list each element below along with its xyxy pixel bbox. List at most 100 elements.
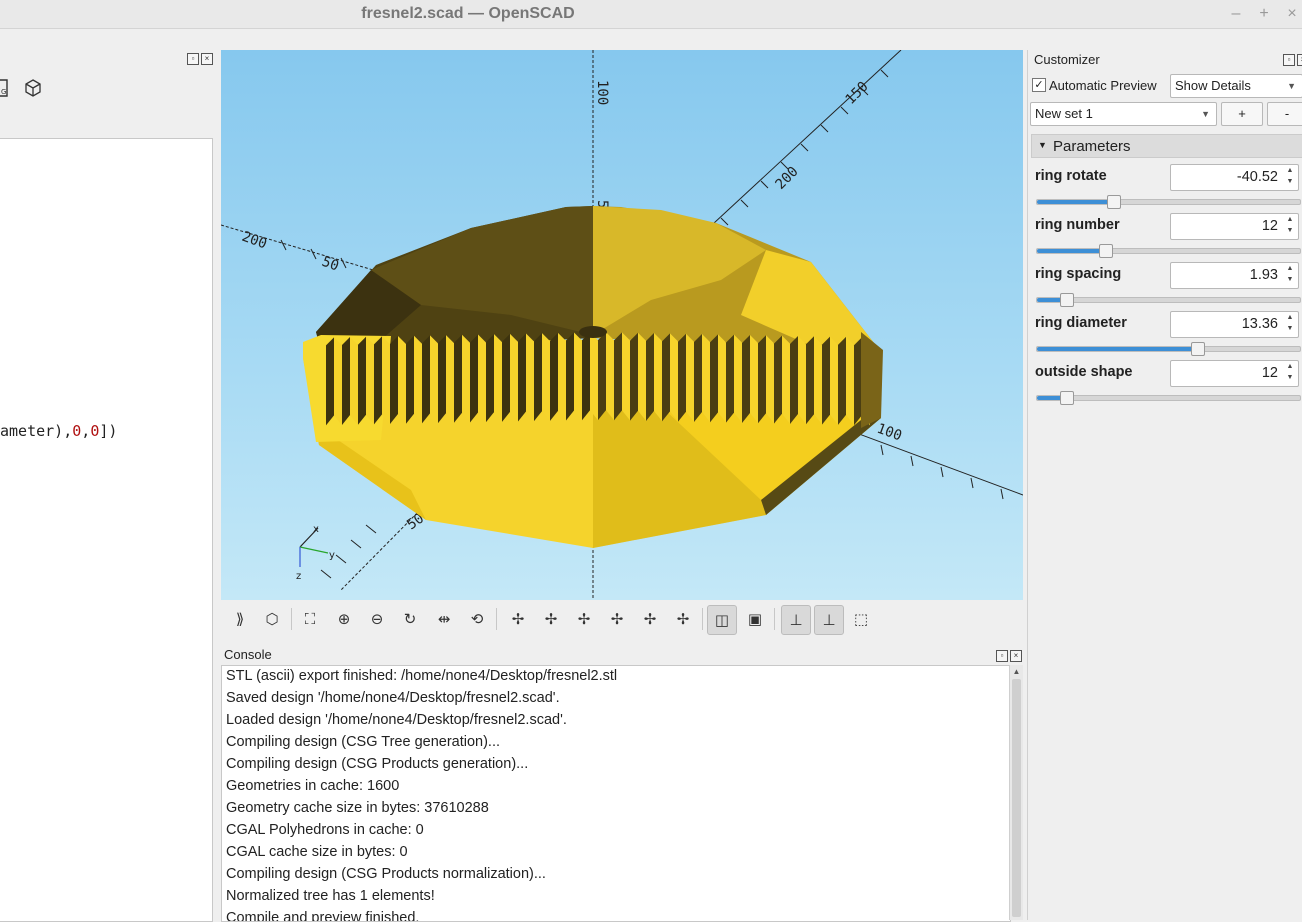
param-spinbox[interactable]: 12 ▲ ▼: [1170, 213, 1299, 240]
slider-handle[interactable]: [1107, 195, 1122, 209]
param-label: ring spacing: [1035, 266, 1122, 282]
float-icon[interactable]: ▫: [996, 650, 1008, 662]
customizer-title: Customizer: [1034, 52, 1100, 67]
view-back-icon[interactable]: ✢: [570, 605, 598, 633]
slider-handle[interactable]: [1099, 244, 1114, 258]
remove-preset-button[interactable]: -: [1267, 102, 1302, 126]
show-axes-icon[interactable]: ⊥: [781, 605, 811, 635]
float-icon[interactable]: ▫: [187, 53, 199, 65]
render-icon[interactable]: ⬡: [258, 605, 286, 633]
console-scrollbar[interactable]: ▲: [1009, 665, 1023, 920]
console-line: Loaded design '/home/none4/Desktop/fresn…: [226, 712, 567, 728]
customizer-dock-controls: ▫ ×: [1283, 54, 1302, 66]
param-spinbox[interactable]: 1.93 ▲ ▼: [1170, 262, 1299, 289]
spin-up-icon[interactable]: ▲: [1284, 216, 1296, 223]
param-spinbox[interactable]: -40.52 ▲ ▼: [1170, 164, 1299, 191]
details-select[interactable]: Show Details ▼: [1170, 74, 1302, 98]
window-title: fresnel2.scad — OpenSCAD: [361, 5, 575, 22]
zoom-out-icon[interactable]: ⊖: [363, 605, 391, 633]
zoom-in-icon[interactable]: ⊕: [330, 605, 358, 633]
slider-handle[interactable]: [1059, 391, 1074, 405]
3d-viewport[interactable]: 100 50 150 200 200 50 100 50: [221, 50, 1023, 600]
collapse-triangle-icon: ▼: [1038, 140, 1047, 150]
add-preset-button[interactable]: +: [1221, 102, 1263, 126]
spin-down-icon[interactable]: ▼: [1284, 276, 1296, 283]
console-dock-controls: ▫ ×: [996, 650, 1022, 662]
param-spinbox[interactable]: 12 ▲ ▼: [1170, 360, 1299, 387]
slider-fill: [1037, 249, 1106, 253]
param-slider[interactable]: [1036, 342, 1301, 356]
float-icon[interactable]: ▫: [1283, 54, 1295, 66]
param-slider[interactable]: [1036, 293, 1301, 307]
orthogonal-icon[interactable]: ▣: [741, 605, 769, 633]
view-center-icon[interactable]: ⇹: [430, 605, 458, 633]
axis-gizmo: x y z: [296, 524, 335, 582]
spin-up-icon[interactable]: ▲: [1284, 363, 1296, 370]
param-slider[interactable]: [1036, 391, 1301, 405]
close-icon[interactable]: ×: [1297, 54, 1302, 66]
svg-text:x: x: [313, 524, 319, 535]
close-button[interactable]: ×: [1281, 3, 1302, 25]
view-bottom-icon[interactable]: ✢: [669, 605, 697, 633]
console-line: CGAL cache size in bytes: 0: [226, 844, 408, 860]
code-editor[interactable]: ameter),0,0]): [0, 138, 213, 922]
reset-view-icon[interactable]: ↻: [396, 605, 424, 633]
view-right-icon[interactable]: ✢: [504, 605, 532, 633]
view-all-icon[interactable]: ⛶: [296, 605, 324, 633]
spin-up-icon[interactable]: ▲: [1284, 167, 1296, 174]
spin-up-icon[interactable]: ▲: [1284, 265, 1296, 272]
console-line: Compiling design (CSG Products generatio…: [226, 756, 529, 772]
svg-text:100: 100: [875, 421, 904, 445]
svg-text:100: 100: [594, 80, 610, 105]
param-label: ring number: [1035, 217, 1120, 233]
spin-down-icon[interactable]: ▼: [1284, 374, 1296, 381]
param-slider[interactable]: [1036, 244, 1301, 258]
animate-icon[interactable]: ⟲: [463, 605, 491, 633]
console-line: Compiling design (CSG Products normaliza…: [226, 866, 546, 882]
render-cube-icon[interactable]: [25, 79, 41, 97]
automatic-preview-checkbox[interactable]: ✓: [1032, 78, 1046, 92]
chevron-down-icon: ▼: [1287, 81, 1296, 91]
scroll-thumb[interactable]: [1012, 679, 1021, 917]
show-scale-icon[interactable]: ⊥: [814, 605, 844, 635]
console-output[interactable]: STL (ascii) export finished: /home/none4…: [221, 665, 1011, 922]
spin-down-icon[interactable]: ▼: [1284, 325, 1296, 332]
svg-text:150: 150: [843, 79, 872, 108]
preview-icon[interactable]: ⟫: [226, 605, 254, 633]
automatic-preview-label: Automatic Preview: [1049, 78, 1157, 93]
minimize-button[interactable]: –: [1225, 3, 1247, 25]
preset-select[interactable]: New set 1 ▼: [1030, 102, 1217, 126]
param-label: outside shape: [1035, 364, 1133, 380]
slider-handle[interactable]: [1191, 342, 1206, 356]
param-slider[interactable]: [1036, 195, 1301, 209]
perspective-icon[interactable]: ◫: [707, 605, 737, 635]
svg-text:200: 200: [240, 229, 269, 253]
maximize-button[interactable]: +: [1253, 3, 1275, 25]
code-line: ameter),0,0]): [0, 422, 118, 440]
editor-toolbar-icons: G: [0, 79, 41, 97]
scroll-up-icon[interactable]: ▲: [1010, 665, 1023, 678]
chevron-down-icon: ▼: [1201, 109, 1210, 119]
console-line: Saved design '/home/none4/Desktop/fresne…: [226, 690, 560, 706]
view-top-icon[interactable]: ✢: [636, 605, 664, 633]
view-front-icon[interactable]: ✢: [603, 605, 631, 633]
view-toolbar: ⟫ ⬡ ⛶ ⊕ ⊖ ↻ ⇹ ⟲ ✢ ✢ ✢ ✢ ✢ ✢ ◫ ▣ ⊥ ⊥ ⬚: [221, 600, 1023, 640]
console-line: Compiling design (CSG Tree generation)..…: [226, 734, 501, 750]
show-edges-icon[interactable]: ⬚: [847, 605, 875, 633]
slider-handle[interactable]: [1059, 293, 1074, 307]
console-line: CGAL Polyhedrons in cache: 0: [226, 822, 424, 838]
spin-up-icon[interactable]: ▲: [1284, 314, 1296, 321]
editor-dock-controls: ▫ ×: [187, 53, 213, 65]
spin-down-icon[interactable]: ▼: [1284, 227, 1296, 234]
close-icon[interactable]: ×: [201, 53, 213, 65]
view-left-icon[interactable]: ✢: [537, 605, 565, 633]
close-icon[interactable]: ×: [1010, 650, 1022, 662]
spin-down-icon[interactable]: ▼: [1284, 178, 1296, 185]
console-line: Compile and preview finished.: [226, 910, 420, 922]
export-icon[interactable]: G: [0, 79, 8, 97]
fresnel-teeth: [326, 332, 870, 426]
model-render: 100 50 150 200 200 50 100 50: [221, 50, 1023, 600]
parameters-section[interactable]: ▼ Parameters: [1031, 134, 1302, 158]
svg-text:z: z: [296, 571, 301, 582]
param-spinbox[interactable]: 13.36 ▲ ▼: [1170, 311, 1299, 338]
